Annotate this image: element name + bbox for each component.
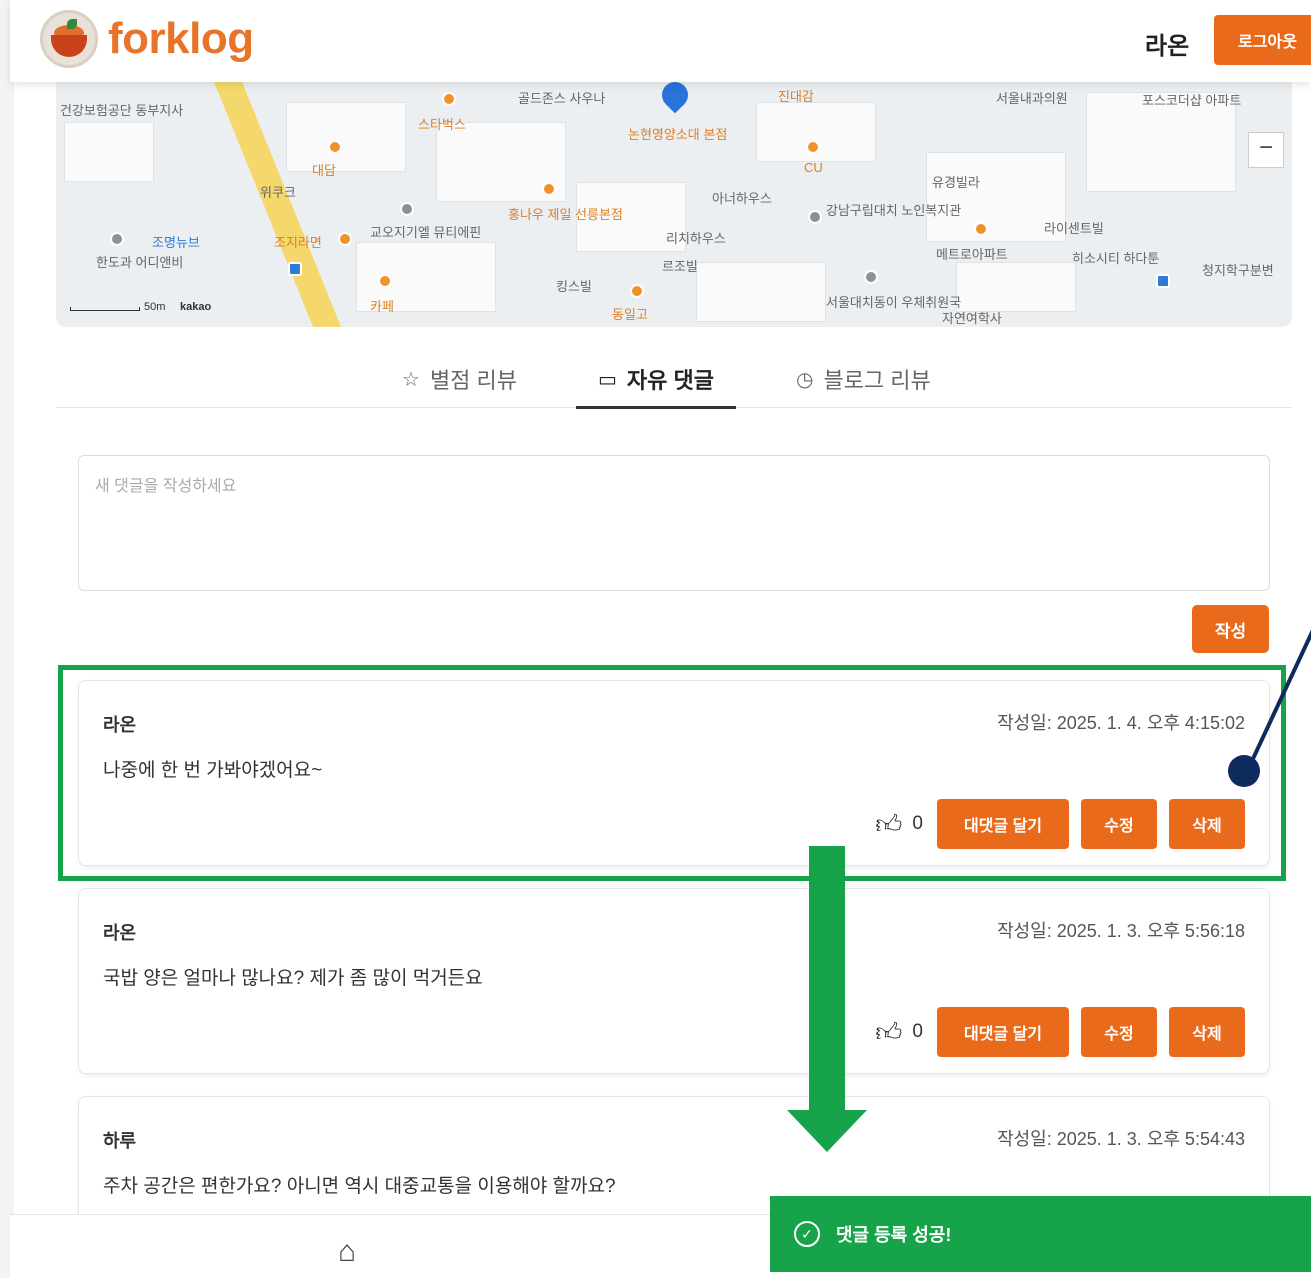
map-label: 진대감 bbox=[778, 89, 814, 104]
tab-label: 별점 리뷰 bbox=[429, 368, 518, 393]
map[interactable]: 건강보험공단 동부지사 스타벅스 골드존스 사우나 논현영양소대 본점 진대감 … bbox=[56, 82, 1292, 327]
map-label: 위쿠크 bbox=[260, 185, 296, 200]
tab-star-review[interactable]: ☆ 별점 리뷰 bbox=[402, 350, 517, 408]
app-header: forklog 라온 로그아웃 bbox=[10, 0, 1311, 82]
thumbs-up-icon[interactable]: 👍︎ bbox=[875, 809, 902, 840]
star-icon: ☆ bbox=[402, 368, 420, 391]
map-label: 아너하우스 bbox=[712, 191, 772, 206]
comment-card: 라온 작성일: 2025. 1. 3. 오후 5:56:18 국밥 양은 얼마나… bbox=[78, 888, 1270, 1074]
map-label: 르조빌 bbox=[662, 259, 698, 274]
chat-icon: ▭ bbox=[598, 368, 617, 391]
comment-date: 작성일: 2025. 1. 3. 오후 5:54:43 bbox=[997, 1129, 1245, 1149]
map-label: 대담 bbox=[312, 163, 336, 178]
bowl-logo-icon bbox=[40, 10, 98, 68]
map-label: 한도과 어디앤비 bbox=[96, 255, 184, 270]
map-label: 킹스빌 bbox=[556, 279, 592, 294]
submit-comment-button[interactable]: 작성 bbox=[1192, 605, 1269, 653]
thumbs-up-icon[interactable]: 👍︎ bbox=[875, 1017, 902, 1048]
map-label: CU bbox=[804, 160, 823, 175]
tab-free-comment[interactable]: ▭ 자유 댓글 bbox=[576, 350, 736, 409]
map-label: 건강보험공단 동부지사 bbox=[60, 103, 184, 118]
map-label: 홍나우 제일 선릉본점 bbox=[508, 207, 623, 222]
down-arrow-shaft bbox=[809, 846, 845, 1114]
comment-author: 라온 bbox=[103, 923, 137, 943]
logout-button[interactable]: 로그아웃 bbox=[1214, 15, 1311, 65]
pointer-dot bbox=[1228, 755, 1260, 787]
zoom-out-button[interactable]: − bbox=[1248, 132, 1284, 168]
reply-button[interactable]: 대댓글 달기 bbox=[937, 1007, 1069, 1057]
comment-input[interactable] bbox=[78, 455, 1270, 591]
logo-text: forklog bbox=[108, 14, 254, 63]
reply-button[interactable]: 대댓글 달기 bbox=[937, 799, 1069, 849]
like-count: 0 bbox=[912, 1021, 923, 1042]
edit-button[interactable]: 수정 bbox=[1081, 1007, 1157, 1057]
map-label: 교오지기엘 뮤티에핀 bbox=[370, 225, 482, 240]
success-toast: ✓ 댓글 등록 성공! bbox=[770, 1196, 1311, 1272]
location-pin-icon bbox=[656, 82, 694, 114]
map-label: 골드존스 사우나 bbox=[518, 91, 606, 106]
comment-author: 하루 bbox=[103, 1131, 137, 1151]
delete-button[interactable]: 삭제 bbox=[1169, 1007, 1245, 1057]
delete-button[interactable]: 삭제 bbox=[1169, 799, 1245, 849]
map-label: 유경빌라 bbox=[932, 175, 980, 190]
map-label: 라이센트빌 bbox=[1044, 221, 1104, 236]
map-label: 스타벅스 bbox=[418, 117, 466, 132]
comment-date: 작성일: 2025. 1. 3. 오후 5:56:18 bbox=[997, 921, 1245, 941]
map-label: 자연여학사 bbox=[942, 311, 1002, 326]
down-arrow-icon bbox=[787, 1110, 867, 1152]
comment-date: 작성일: 2025. 1. 4. 오후 4:15:02 bbox=[997, 713, 1245, 733]
tab-blog-review[interactable]: ◷ 블로그 리뷰 bbox=[796, 350, 931, 408]
map-label: 조명뉴브 bbox=[152, 235, 200, 250]
map-label: 히소시티 하다툰 bbox=[1072, 251, 1160, 266]
comment-text: 주차 공간은 편한가요? 아니면 역시 대중교통을 이용해야 할까요? bbox=[103, 1176, 616, 1197]
tab-label: 블로그 리뷰 bbox=[823, 368, 931, 393]
map-label: 리치하우스 bbox=[666, 231, 726, 246]
map-label: 메트로아파트 bbox=[936, 247, 1008, 262]
logo[interactable]: forklog bbox=[40, 10, 254, 68]
map-label: 강남구립대치 노인복지관 bbox=[826, 203, 962, 218]
comment-card: 라온 작성일: 2025. 1. 4. 오후 4:15:02 나중에 한 번 가… bbox=[78, 680, 1270, 866]
comment-actions: 👍︎ 0 대댓글 달기 수정 삭제 bbox=[875, 1007, 1245, 1057]
like-count: 0 bbox=[912, 813, 923, 834]
check-circle-icon: ✓ bbox=[794, 1221, 820, 1247]
map-label: 논현영양소대 본점 bbox=[628, 127, 728, 142]
map-label: 조지라면 bbox=[274, 235, 322, 250]
home-icon[interactable]: ⌂ bbox=[338, 1235, 356, 1269]
toast-message: 댓글 등록 성공! bbox=[836, 1225, 952, 1245]
comment-author: 라온 bbox=[103, 715, 137, 735]
map-label: 서울내과의원 bbox=[996, 91, 1068, 106]
map-label: 청지학구분변 bbox=[1202, 263, 1274, 278]
comment-text: 나중에 한 번 가봐야겠어요~ bbox=[103, 760, 323, 781]
tab-bar: ☆ 별점 리뷰 ▭ 자유 댓글 ◷ 블로그 리뷰 bbox=[56, 350, 1292, 409]
map-label: 동일고 bbox=[612, 307, 648, 322]
tab-label: 자유 댓글 bbox=[626, 368, 714, 393]
map-label: 서울대치동이 우체취원국 bbox=[826, 295, 962, 310]
blog-icon: ◷ bbox=[796, 368, 814, 391]
map-attribution: kakao bbox=[180, 301, 212, 313]
map-scale-label: 50m bbox=[144, 301, 166, 313]
map-scale-bar bbox=[70, 307, 140, 311]
username: 라온 bbox=[1145, 33, 1190, 60]
edit-button[interactable]: 수정 bbox=[1081, 799, 1157, 849]
comment-text: 국밥 양은 얼마나 많나요? 제가 좀 많이 먹거든요 bbox=[103, 968, 483, 989]
map-label: 포스코더샵 아파트 bbox=[1142, 93, 1242, 108]
comment-actions: 👍︎ 0 대댓글 달기 수정 삭제 bbox=[875, 799, 1245, 849]
map-label: 카페 bbox=[370, 299, 394, 314]
